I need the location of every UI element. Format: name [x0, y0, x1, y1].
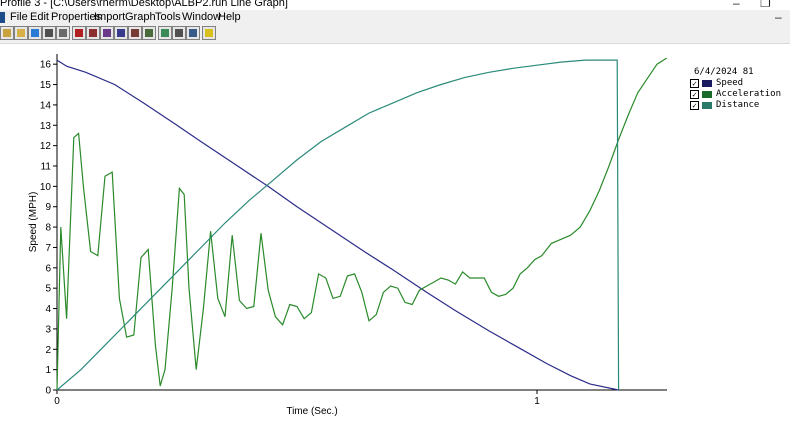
printer-icon — [45, 29, 53, 37]
y-tick-label: 10 — [40, 182, 52, 193]
legend-swatch — [702, 102, 712, 109]
print-preview-button[interactable] — [56, 26, 70, 40]
x-tick-label: 1 — [534, 396, 540, 407]
y-tick-label: 13 — [40, 121, 52, 132]
menu-file[interactable]: File — [10, 11, 28, 23]
y-tick-label: 0 — [45, 386, 51, 397]
y-tick-label: 8 — [45, 223, 51, 234]
legend-label: Distance — [716, 100, 760, 110]
restore-icon[interactable]: ❐ — [760, 0, 771, 10]
mdi-minimize-icon[interactable]: – — [775, 10, 782, 24]
folder-icon — [17, 29, 25, 37]
y-axis-label: Speed (MPH) — [28, 192, 39, 253]
y-tick-label: 15 — [40, 80, 52, 91]
legend-checkbox[interactable]: ✓ — [690, 90, 699, 99]
copy-button[interactable] — [172, 26, 186, 40]
copy-icon — [175, 29, 183, 37]
list-button[interactable] — [114, 26, 128, 40]
graph-table-button[interactable] — [128, 26, 142, 40]
line-chart: 0123456789101112131415160 1Time (Sec.)Spe… — [28, 54, 667, 417]
menu-window[interactable]: Window — [182, 11, 221, 23]
print-preview-icon — [59, 29, 67, 37]
list-icon — [117, 29, 125, 37]
graph-icon — [145, 29, 153, 37]
legend-label: Speed — [716, 78, 744, 88]
y-tick-label: 3 — [45, 324, 51, 335]
folder-button[interactable] — [14, 26, 28, 40]
graph-button[interactable] — [142, 26, 156, 40]
printer-button[interactable] — [42, 26, 56, 40]
y-tick-label: 2 — [45, 345, 51, 356]
monitor-button[interactable] — [186, 26, 200, 40]
refresh-button[interactable] — [158, 26, 172, 40]
legend-checkbox[interactable]: ✓ — [690, 101, 699, 110]
car-button[interactable] — [72, 26, 86, 40]
grid-icon — [103, 29, 111, 37]
title-bar: Profile 3 - [C:\Users\rherm\Desktop\ALBP… — [0, 0, 790, 10]
series-line-acceleration — [56, 57, 667, 391]
app-icon[interactable] — [0, 12, 5, 23]
car-icon — [75, 29, 83, 37]
y-tick-label: 5 — [45, 284, 51, 295]
menu-tools[interactable]: Tools — [155, 11, 181, 23]
series-line-distance — [56, 59, 620, 391]
help-icon — [205, 29, 213, 37]
y-tick-label: 7 — [45, 243, 51, 254]
x-axis-label: Time (Sec.) — [286, 406, 337, 417]
y-tick-label: 11 — [41, 162, 52, 173]
menu-bar: File Edit Properties Import Graph Tools … — [0, 10, 790, 25]
series-line-speed — [56, 59, 619, 391]
refresh-icon — [161, 29, 169, 37]
toolbar — [0, 25, 790, 44]
y-tick-label: 4 — [45, 304, 51, 315]
legend-label: Acceleration — [716, 89, 782, 99]
window-title: Profile 3 - [C:\Users\rherm\Desktop\ALBP… — [0, 0, 288, 9]
table-icon — [89, 29, 97, 37]
y-tick-label: 16 — [40, 60, 52, 71]
y-tick-label: 1 — [45, 365, 51, 376]
open-folder-icon — [3, 29, 11, 37]
y-tick-label: 12 — [40, 141, 52, 152]
grid-button[interactable] — [100, 26, 114, 40]
x-tick-label: 0 — [54, 396, 60, 407]
legend-checkbox[interactable]: ✓ — [690, 79, 699, 88]
menu-import[interactable]: Import — [94, 11, 125, 23]
menu-graph[interactable]: Graph — [125, 11, 156, 23]
graph-table-icon — [131, 29, 139, 37]
legend-swatch — [702, 80, 712, 87]
table-button[interactable] — [86, 26, 100, 40]
menu-edit[interactable]: Edit — [30, 11, 49, 23]
y-tick-label: 6 — [45, 263, 51, 274]
legend-title: 6/4/2024 81 — [694, 67, 754, 77]
legend-swatch — [702, 91, 712, 98]
runner-button[interactable] — [28, 26, 42, 40]
y-tick-label: 14 — [40, 100, 52, 111]
minimize-icon[interactable]: – — [733, 0, 740, 10]
help-button[interactable] — [202, 26, 216, 40]
open-folder-button[interactable] — [0, 26, 14, 40]
y-tick-label: 9 — [45, 202, 51, 213]
menu-help[interactable]: Help — [218, 11, 241, 23]
monitor-icon — [189, 29, 197, 37]
runner-icon — [31, 29, 39, 37]
